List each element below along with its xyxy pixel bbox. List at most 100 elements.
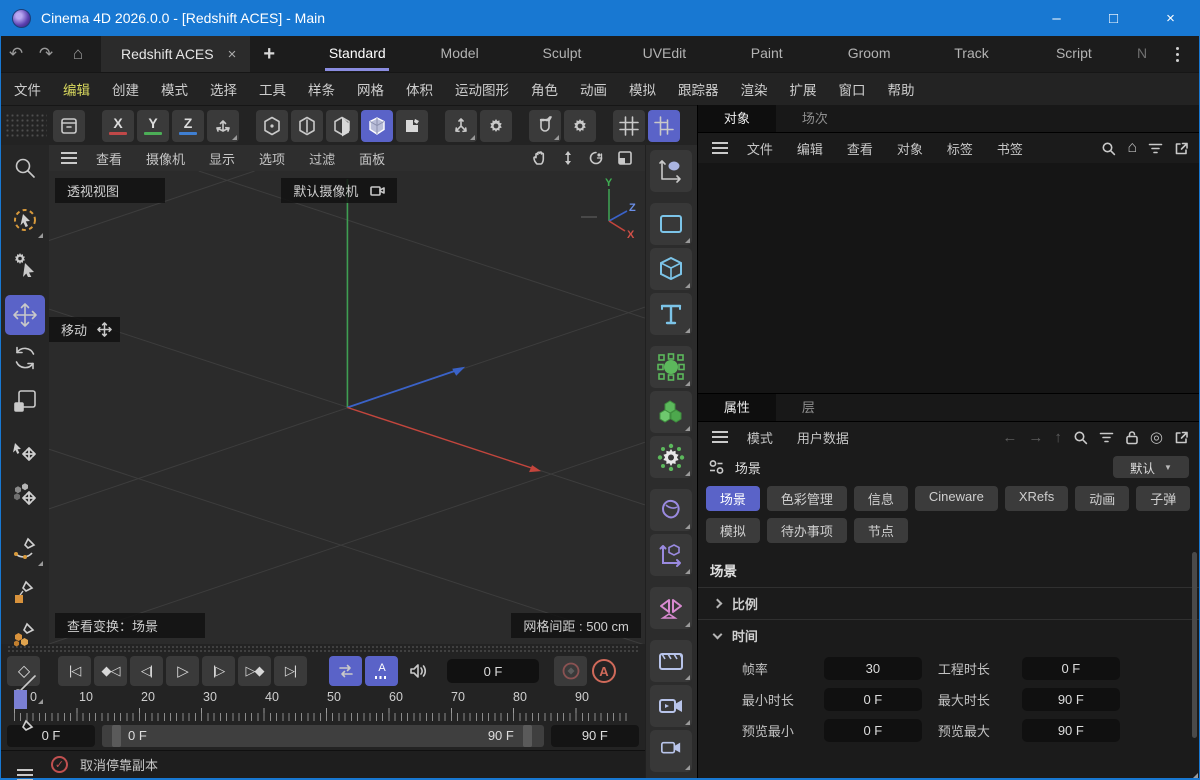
cat-tab-simulation[interactable]: 模拟	[706, 518, 760, 543]
am-focus-icon[interactable]: ◎	[1150, 428, 1163, 446]
live-selection-tool[interactable]	[5, 200, 45, 240]
cat-tab-todo[interactable]: 待办事项	[767, 518, 847, 543]
next-key-button[interactable]: ▷◆	[238, 656, 271, 686]
om-home-icon[interactable]: ⌂	[1127, 139, 1137, 157]
stage-object-button[interactable]	[650, 640, 692, 682]
tweak-mode-tool[interactable]	[5, 243, 45, 283]
menu-mode[interactable]: 模式	[150, 79, 199, 99]
viewport-menu-icon[interactable]	[61, 152, 77, 154]
tab-objects[interactable]: 对象	[698, 105, 776, 132]
next-frame-button[interactable]: |▷	[202, 656, 235, 686]
cat-tab-cineware[interactable]: Cineware	[915, 486, 998, 511]
model-mode-button[interactable]	[361, 110, 393, 142]
object-tree[interactable]	[698, 163, 1199, 393]
menu-animate[interactable]: 动画	[569, 79, 618, 99]
am-menu-icon[interactable]	[712, 431, 728, 433]
menu-tools[interactable]: 工具	[248, 79, 297, 99]
snap-settings-gear-icon[interactable]	[564, 110, 596, 142]
am-up-icon[interactable]: ↑	[1054, 429, 1062, 446]
effector-button[interactable]	[650, 436, 692, 478]
tab-takes[interactable]: 场次	[776, 105, 854, 132]
menu-select[interactable]: 选择	[199, 79, 248, 99]
undo-icon[interactable]: ↶	[1, 44, 31, 64]
rotate-tool[interactable]	[5, 338, 45, 378]
am-menu-userdata[interactable]: 用户数据	[786, 428, 860, 447]
camera-label[interactable]: 默认摄像机	[281, 178, 397, 203]
points-mode-button[interactable]	[256, 110, 288, 142]
record-keyframe-button[interactable]	[554, 656, 587, 686]
layout-tab-standard[interactable]: Standard	[306, 36, 408, 72]
cat-tab-animation[interactable]: 动画	[1075, 486, 1129, 511]
menu-help[interactable]: 帮助	[877, 79, 926, 99]
menu-mesh[interactable]: 网格	[346, 79, 395, 99]
menu-simulate[interactable]: 模拟	[618, 79, 667, 99]
range-end-field[interactable]: 90 F	[551, 725, 639, 747]
minimize-button[interactable]: –	[1028, 0, 1085, 36]
axis-gizmo[interactable]: Y Z X	[555, 175, 637, 239]
am-menu-mode[interactable]: 模式	[736, 428, 784, 447]
camera-object-button[interactable]	[650, 685, 692, 727]
group-scale[interactable]: 比例	[698, 587, 1199, 619]
field-project-duration[interactable]: 0 F	[1022, 657, 1120, 680]
pen-tool-button[interactable]	[650, 150, 692, 192]
pan-view-icon[interactable]	[532, 150, 548, 166]
xpresso-tag-button[interactable]	[650, 534, 692, 576]
layout-overflow-menu-icon[interactable]	[1159, 47, 1199, 62]
camera-swap-icon[interactable]	[370, 184, 385, 197]
object-manager-menu-icon[interactable]	[712, 142, 728, 144]
timeline-ruler[interactable]: 0 10 20 30 40 50 60 70 80 90	[7, 689, 639, 723]
duplicate-move-tool[interactable]	[5, 476, 45, 516]
am-search-icon[interactable]	[1073, 430, 1088, 445]
status-menu-icon[interactable]	[17, 769, 33, 771]
deformer-button[interactable]	[650, 489, 692, 531]
close-tab-icon[interactable]: ×	[228, 46, 237, 63]
symmetry-button[interactable]	[650, 587, 692, 629]
close-button[interactable]: ×	[1142, 0, 1199, 36]
animation-mode-button[interactable]: A	[365, 656, 398, 686]
lock-z-axis-button[interactable]: Z	[172, 110, 204, 142]
viewport-menu-view[interactable]: 查看	[85, 149, 133, 168]
om-menu-objects[interactable]: 对象	[886, 139, 934, 158]
om-menu-edit[interactable]: 编辑	[786, 139, 834, 158]
tab-attributes[interactable]: 属性	[698, 394, 776, 421]
maximize-button[interactable]: □	[1085, 0, 1142, 36]
motext-button[interactable]	[650, 293, 692, 335]
lock-y-axis-button[interactable]: Y	[137, 110, 169, 142]
menu-window[interactable]: 窗口	[828, 79, 877, 99]
polygons-mode-button[interactable]	[326, 110, 358, 142]
home-icon[interactable]: ⌂	[61, 44, 95, 64]
play-button[interactable]: ▷	[166, 656, 199, 686]
move-tool[interactable]	[5, 295, 45, 335]
viewport-menu-options[interactable]: 选项	[248, 149, 296, 168]
layout-tab-uvedit[interactable]: UVEdit	[613, 36, 715, 72]
layout-tab-paint[interactable]: Paint	[716, 36, 818, 72]
menu-extensions[interactable]: 扩展	[779, 79, 828, 99]
previous-key-button[interactable]: ◆◁	[94, 656, 127, 686]
dolly-view-icon[interactable]	[561, 150, 575, 166]
am-back-icon[interactable]: ←	[1002, 429, 1017, 446]
om-menu-bookmarks[interactable]: 书签	[986, 139, 1034, 158]
sound-toggle-icon[interactable]	[401, 656, 434, 686]
field-fps[interactable]: 30	[824, 657, 922, 680]
om-filter-icon[interactable]	[1148, 142, 1163, 155]
om-menu-view[interactable]: 查看	[836, 139, 884, 158]
kinematics-button[interactable]	[445, 110, 477, 142]
transfer-tool[interactable]	[5, 433, 45, 473]
current-frame-field[interactable]: 0 F	[447, 659, 539, 683]
menu-create[interactable]: 创建	[101, 79, 150, 99]
field-min-time[interactable]: 0 F	[824, 688, 922, 711]
toggle-single-view-icon[interactable]	[617, 150, 633, 166]
document-tab[interactable]: Redshift ACES ×	[101, 36, 250, 72]
redo-icon[interactable]: ↷	[31, 44, 61, 64]
am-lock-icon[interactable]	[1125, 430, 1139, 445]
timeline-grip[interactable]	[7, 645, 639, 652]
layout-tab-groom[interactable]: Groom	[818, 36, 920, 72]
toolbar-grip[interactable]	[5, 113, 47, 139]
subdivision-surface-button[interactable]	[650, 346, 692, 388]
preview-range-slider[interactable]: 0 F 90 F	[102, 725, 544, 747]
goto-end-button[interactable]: ▷|	[274, 656, 307, 686]
layout-tab-model[interactable]: Model	[408, 36, 510, 72]
range-slider-left-handle[interactable]	[112, 725, 121, 747]
field-max-time[interactable]: 90 F	[1022, 688, 1120, 711]
om-menu-tags[interactable]: 标签	[936, 139, 984, 158]
